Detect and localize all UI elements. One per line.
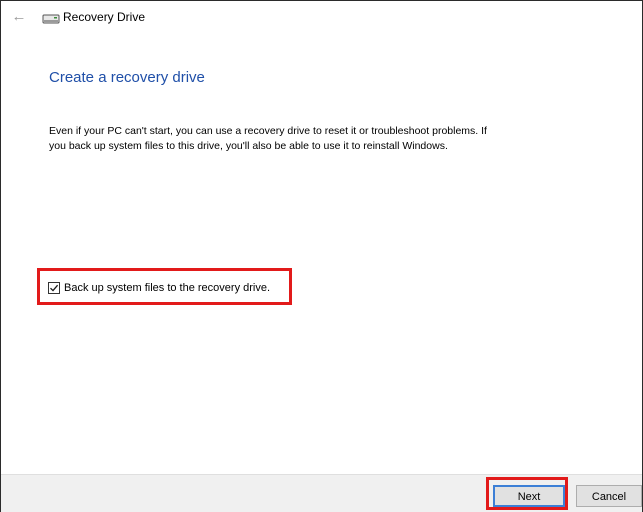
description: Even if your PC can't start, you can use… — [49, 124, 589, 154]
description-line-2: you back up system files to this drive, … — [49, 140, 448, 152]
next-button-highlight-box — [486, 477, 568, 510]
cancel-button[interactable]: Cancel — [576, 485, 642, 507]
title-bar: ← Recovery Drive — [1, 1, 642, 35]
description-line-1: Even if your PC can't start, you can use… — [49, 125, 487, 137]
arrow-left-icon: ← — [11, 8, 27, 25]
back-button[interactable]: ← — [9, 7, 29, 27]
drive-icon — [42, 14, 60, 24]
recovery-drive-window: ← Recovery Drive Create a recovery drive… — [0, 0, 643, 512]
page-title: Create a recovery drive — [49, 69, 205, 86]
checkbox-highlight-box — [37, 268, 292, 305]
window-title: Recovery Drive — [63, 10, 146, 24]
